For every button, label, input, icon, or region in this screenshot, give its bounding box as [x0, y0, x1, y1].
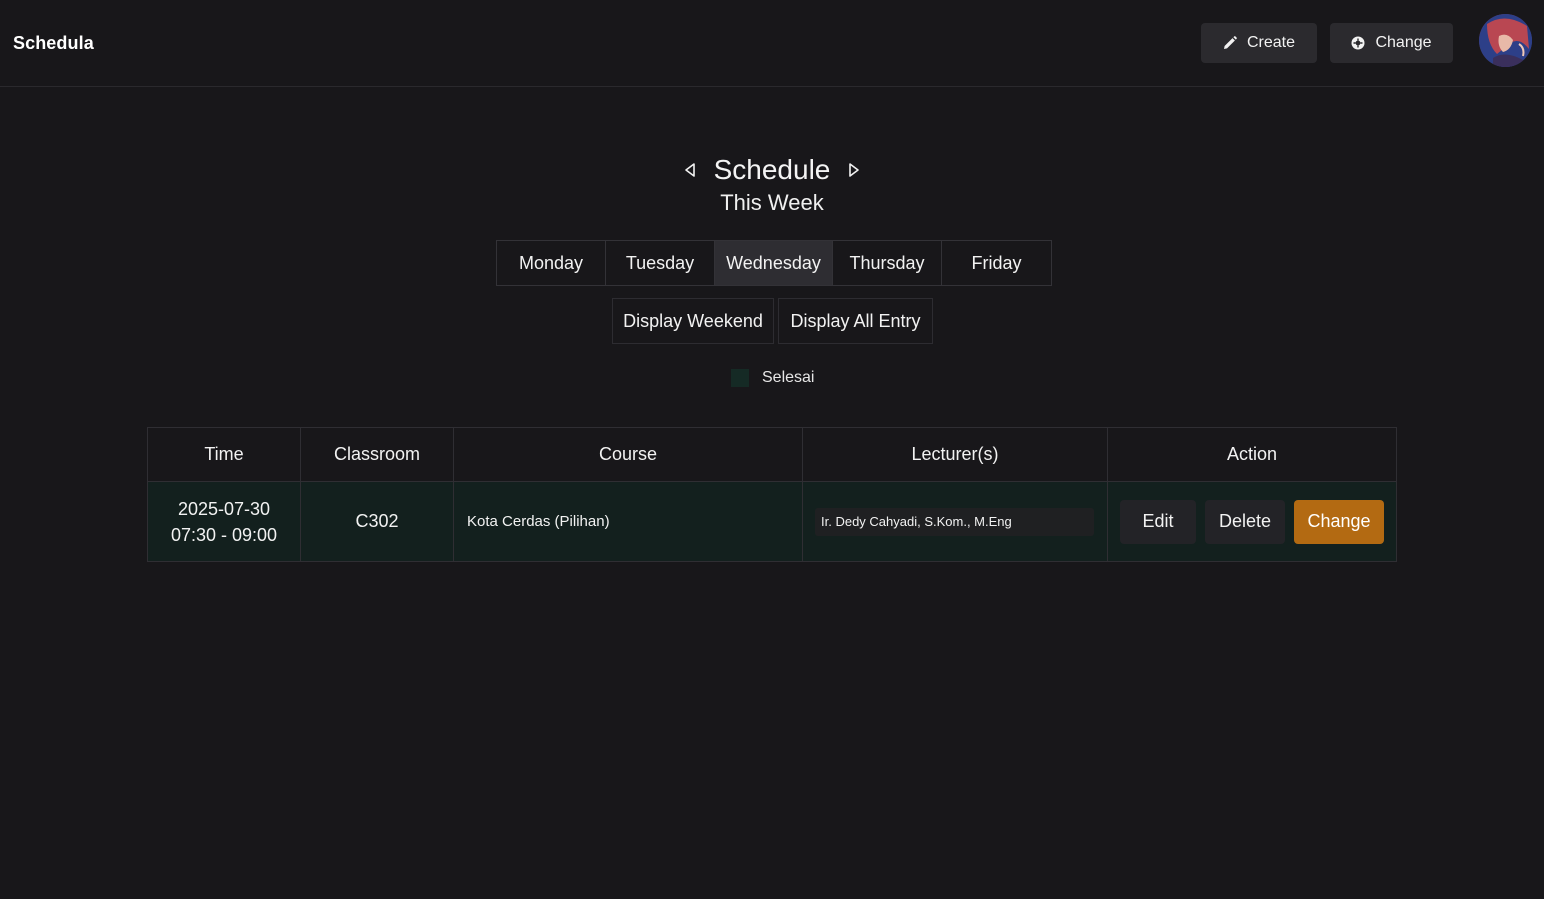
- create-button[interactable]: Create: [1201, 23, 1317, 63]
- create-button-label: Create: [1246, 34, 1296, 51]
- display-options: Display Weekend Display All Entry: [612, 298, 933, 344]
- cell-time: 2025-07-30 07:30 - 09:00: [148, 482, 301, 561]
- change-button-label: Change: [1375, 34, 1432, 51]
- top-navigation-bar: Schedula Create Change: [0, 0, 1544, 87]
- tab-friday[interactable]: Friday: [942, 241, 1051, 285]
- status-legend: Selesai: [731, 369, 814, 387]
- delete-button[interactable]: Delete: [1205, 499, 1285, 544]
- header-lecturers: Lecturer(s): [803, 428, 1108, 481]
- header-action: Action: [1226, 444, 1278, 464]
- cell-date: 2025-07-30: [177, 498, 271, 519]
- user-avatar[interactable]: [1479, 14, 1532, 67]
- change-entry-button[interactable]: Change: [1294, 499, 1384, 544]
- table-row: 2025-07-30 07:30 - 09:00 C302 Kota Cerda…: [148, 482, 1396, 561]
- cell-classroom: C302: [301, 482, 454, 561]
- cell-lecturers: Ir. Dedy Cahyadi, S.Kom., M.Eng: [803, 482, 1108, 561]
- display-weekend-toggle[interactable]: Display Weekend: [612, 298, 774, 344]
- schedule-table: Time Classroom Course Lecturer(s) Action…: [147, 427, 1397, 562]
- tab-tuesday[interactable]: Tuesday: [606, 241, 715, 285]
- table-header: Time Classroom Course Lecturer(s) Action: [148, 428, 1396, 482]
- legend-swatch: [731, 369, 749, 387]
- tab-thursday[interactable]: Thursday: [833, 241, 942, 285]
- page-title: Schedule: [713, 154, 831, 185]
- previous-week-arrow-icon[interactable]: [678, 158, 702, 182]
- cell-time-range: 07:30 - 09:00: [170, 524, 278, 545]
- next-week-arrow-icon[interactable]: [842, 158, 866, 182]
- change-button[interactable]: Change: [1330, 23, 1453, 63]
- lecturer-chip: Ir. Dedy Cahyadi, S.Kom., M.Eng: [815, 507, 1094, 536]
- header-time: Time: [148, 428, 301, 481]
- day-tabs: Monday Tuesday Wednesday Thursday Friday: [496, 240, 1052, 286]
- settings-icon: [1351, 36, 1365, 50]
- cell-actions: Edit Delete Change: [1108, 482, 1396, 561]
- header-classroom: Classroom: [301, 428, 454, 481]
- cell-course: Kota Cerdas (Pilihan): [454, 482, 803, 561]
- tab-wednesday[interactable]: Wednesday: [715, 241, 833, 285]
- legend-label: Selesai: [762, 369, 815, 386]
- edit-button[interactable]: Edit: [1120, 499, 1196, 544]
- pencil-icon: [1223, 36, 1237, 50]
- header-course: Course: [454, 428, 803, 481]
- app-title[interactable]: Schedula: [13, 33, 94, 54]
- display-all-entry-toggle[interactable]: Display All Entry: [778, 298, 933, 344]
- tab-monday[interactable]: Monday: [497, 241, 606, 285]
- page-subtitle: This Week: [720, 190, 824, 215]
- schedule-heading: Schedule: [0, 150, 1544, 190]
